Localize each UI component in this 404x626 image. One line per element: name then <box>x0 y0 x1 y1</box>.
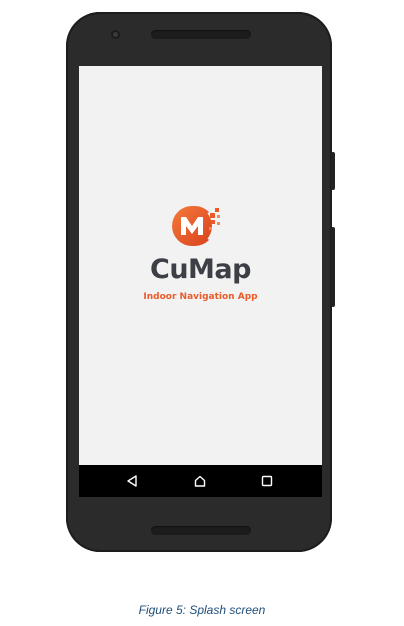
splash-screen: CuMap Indoor Navigation App <box>79 66 322 465</box>
back-button[interactable] <box>124 473 140 489</box>
app-tagline: Indoor Navigation App <box>143 292 258 302</box>
top-speaker <box>151 30 251 39</box>
power-button <box>331 152 335 190</box>
cumap-m-logo-icon <box>171 202 231 250</box>
circle-home-icon <box>194 475 206 487</box>
volume-button <box>331 227 335 307</box>
figure-caption: Figure 5: Splash screen <box>138 603 266 617</box>
android-navigation-bar <box>79 465 322 497</box>
front-camera <box>111 30 120 39</box>
recents-button[interactable] <box>259 473 275 489</box>
square-recents-icon <box>261 475 273 487</box>
bottom-speaker <box>151 526 251 535</box>
home-button[interactable] <box>192 473 208 489</box>
app-name: CuMap <box>150 254 251 285</box>
triangle-back-icon <box>127 475 137 487</box>
